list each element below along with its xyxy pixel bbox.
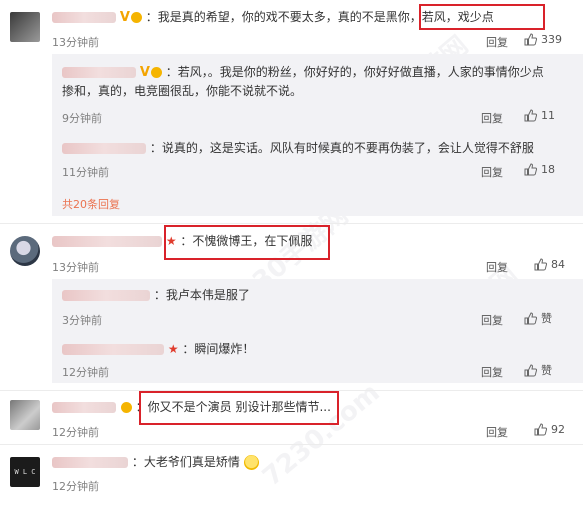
thumbs-up-icon	[524, 311, 537, 324]
verified-v-icon: V	[119, 10, 130, 25]
reply-text: ：说真的，这是实话。风队有时候真的不要再伪装了，会让人觉得不舒服	[149, 141, 534, 155]
reply-button[interactable]: 回复	[486, 34, 508, 50]
like-button[interactable]: 18	[524, 162, 555, 176]
thumbs-up-icon	[534, 422, 547, 435]
timestamp: 13分钟前	[52, 261, 99, 274]
like-label: 赞	[541, 364, 552, 377]
thumbs-up-icon	[524, 363, 537, 376]
star-badge-icon: ★	[167, 342, 179, 356]
reply-line: ：我卢本伟是服了	[62, 287, 250, 304]
reply-button[interactable]: 回复	[486, 424, 508, 440]
like-button[interactable]: 339	[524, 32, 562, 46]
timestamp: 12分钟前	[62, 366, 109, 379]
avatar[interactable]	[10, 236, 40, 266]
thumbs-up-icon	[534, 257, 547, 270]
timestamp: 9分钟前	[62, 112, 102, 125]
avatar-text: W L C	[14, 468, 36, 476]
member-crown-icon	[150, 67, 162, 78]
reply-button[interactable]: 回复	[481, 364, 503, 380]
thumbs-up-icon	[524, 32, 537, 45]
highlight-box	[419, 4, 545, 30]
reply-button[interactable]: 回复	[481, 164, 503, 180]
reply-text: 掺和，真的，电竞圈很乱，你能不说就不说。	[62, 84, 303, 98]
comment-text: ：大老爷们真是矫情	[131, 455, 240, 469]
emoji-icon	[243, 455, 259, 470]
like-button[interactable]: 赞	[524, 362, 552, 378]
blurred-username[interactable]	[62, 67, 136, 78]
reply-text: ：瞬间爆炸！	[182, 342, 255, 356]
highlight-box	[164, 225, 330, 260]
reply-button[interactable]: 回复	[481, 312, 503, 328]
like-count: 11	[541, 108, 555, 122]
more-replies-link[interactable]: 共20条回复	[62, 196, 120, 212]
reply-button[interactable]: 回复	[481, 110, 503, 126]
like-button[interactable]: 赞	[524, 310, 552, 326]
thumbs-up-icon	[524, 108, 537, 121]
timestamp: 3分钟前	[62, 314, 102, 327]
like-label: 赞	[541, 312, 552, 325]
like-count: 92	[551, 422, 565, 436]
reply-text: ：若风，。我是你的粉丝，你好好的，你好好做直播，人家的事情你少点	[165, 65, 544, 79]
timestamp: 11分钟前	[62, 166, 109, 179]
highlight-box	[139, 391, 339, 425]
blurred-username[interactable]	[52, 236, 162, 247]
like-button[interactable]: 84	[534, 257, 565, 271]
verified-v-icon: V	[139, 65, 150, 80]
comment-line: ：大老爷们真是矫情	[52, 454, 259, 471]
blurred-username[interactable]	[52, 12, 116, 23]
reply-line: V ：若风，。我是你的粉丝，你好好的，你好好做直播，人家的事情你少点	[62, 64, 544, 81]
avatar[interactable]	[10, 400, 40, 430]
avatar[interactable]	[10, 12, 40, 42]
divider	[0, 444, 583, 445]
like-count: 84	[551, 257, 565, 271]
like-button[interactable]: 11	[524, 108, 555, 122]
timestamp: 13分钟前	[52, 36, 99, 49]
divider	[0, 223, 583, 224]
member-crown-icon	[130, 12, 142, 23]
reply-line: ：说真的，这是实话。风队有时候真的不要再伪装了，会让人觉得不舒服	[62, 140, 534, 157]
timestamp: 12分钟前	[52, 426, 99, 439]
member-crown-icon	[120, 402, 132, 413]
avatar[interactable]: W L C	[10, 457, 40, 487]
blurred-username[interactable]	[62, 344, 164, 355]
blurred-username[interactable]	[62, 290, 150, 301]
blurred-username[interactable]	[62, 143, 146, 154]
reply-button[interactable]: 回复	[486, 259, 508, 275]
blurred-username[interactable]	[52, 402, 116, 413]
reply-line: 掺和，真的，电竞圈很乱，你能不说就不说。	[62, 83, 302, 100]
timestamp: 12分钟前	[52, 480, 99, 493]
reply-line: ★ ：瞬间爆炸！	[62, 341, 254, 358]
like-count: 339	[541, 32, 562, 46]
thumbs-up-icon	[524, 162, 537, 175]
like-count: 18	[541, 162, 555, 176]
like-button[interactable]: 92	[534, 422, 565, 436]
reply-text: ：我卢本伟是服了	[153, 288, 250, 302]
comment-feed: 7230手游网 7230手游网 7230手游网 7230.com V ：我是真的…	[0, 0, 583, 506]
blurred-username[interactable]	[52, 457, 128, 468]
